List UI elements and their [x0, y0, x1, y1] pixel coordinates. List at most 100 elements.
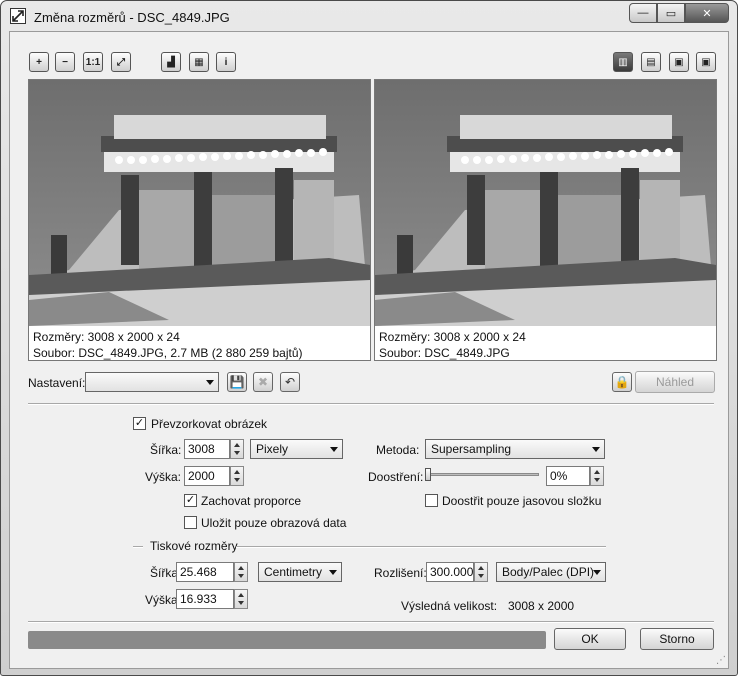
- chevron-down-icon: [329, 570, 337, 575]
- actual-size-icon: 1:1: [85, 56, 101, 68]
- minimize-button[interactable]: —: [629, 3, 657, 23]
- resample-label: Převzorkovat obrázek: [151, 417, 268, 431]
- reset-preset-button[interactable]: ↶: [280, 372, 300, 392]
- zoom-out-button[interactable]: −: [55, 52, 75, 72]
- fit-icon: ⤢: [117, 56, 125, 68]
- dialog-client-area: + − 1:1 ⤢ ▟ ▦ i ▥ ▤ ▣ ▣ Rozměry: 3008 x …: [9, 31, 729, 669]
- print-height-input[interactable]: 16.933: [176, 589, 234, 609]
- histogram-button[interactable]: ▟: [161, 52, 181, 72]
- preview-lock-button[interactable]: 🔒: [612, 372, 632, 392]
- chevron-down-icon: [593, 570, 601, 575]
- luma-only-checkbox[interactable]: [425, 494, 438, 507]
- actual-size-button[interactable]: 1:1: [83, 52, 103, 72]
- sharpen-label: Doostření:: [368, 470, 424, 484]
- original-preview: Rozměry: 3008 x 2000 x 24 Soubor: DSC_48…: [28, 79, 371, 361]
- sharpen-slider-track[interactable]: [427, 473, 539, 476]
- result-dimensions: Rozměry: 3008 x 2000 x 24: [379, 330, 526, 344]
- resolution-unit-select[interactable]: Body/Palec (DPI): [496, 562, 606, 582]
- width-px-input[interactable]: 3008: [184, 439, 230, 459]
- progress-fill: [29, 632, 545, 648]
- resize-app-icon: [10, 8, 26, 24]
- zoom-in-icon: +: [36, 56, 42, 68]
- height-px-spinner[interactable]: [230, 466, 244, 486]
- print-height-spinner[interactable]: [234, 589, 248, 609]
- result-image[interactable]: [375, 80, 716, 326]
- print-unit-value: Centimetry: [264, 565, 323, 579]
- ok-button[interactable]: OK: [554, 628, 626, 650]
- zoom-in-button[interactable]: +: [29, 52, 49, 72]
- lock-icon: 🔒: [614, 375, 630, 389]
- chevron-down-icon: [592, 447, 600, 452]
- width-px-spinner[interactable]: [230, 439, 244, 459]
- settings-preset-select[interactable]: [85, 372, 219, 392]
- side-by-side-icon: ▥: [618, 56, 628, 68]
- compare-icon: ▦: [194, 56, 204, 68]
- sharpen-slider-thumb[interactable]: [425, 468, 431, 481]
- fit-to-window-button[interactable]: ⤢: [111, 52, 131, 72]
- divider: [28, 403, 714, 405]
- reset-icon: ↶: [284, 375, 296, 389]
- maximize-button[interactable]: ▭: [657, 3, 685, 23]
- result-preview: Rozměry: 3008 x 2000 x 24 Soubor: DSC_48…: [374, 79, 717, 361]
- keep-ratio-checkbox[interactable]: ✓: [184, 494, 197, 507]
- resample-checkbox[interactable]: ✓: [133, 417, 146, 430]
- bottom-divider: [28, 621, 714, 623]
- original-dimensions: Rozměry: 3008 x 2000 x 24: [33, 330, 180, 344]
- luma-only-label: Doostřit pouze jasovou složku: [442, 494, 602, 508]
- resolution-spinner[interactable]: [474, 562, 488, 582]
- compare-button[interactable]: ▦: [189, 52, 209, 72]
- width-px-label: Šířka:: [150, 443, 182, 457]
- resize-dialog: Změna rozměrů - DSC_4849.JPG — ▭ ✕ + − 1…: [0, 0, 738, 676]
- settings-label: Nastavení:: [28, 376, 86, 390]
- save-preset-button[interactable]: 💾: [227, 372, 247, 392]
- height-px-input[interactable]: 2000: [184, 466, 230, 486]
- preview-button[interactable]: Náhled: [635, 371, 715, 393]
- print-width-input[interactable]: 25.468: [176, 562, 234, 582]
- sharpen-input[interactable]: 0%: [546, 466, 590, 486]
- result-size-label: Výsledná velikost:: [401, 599, 498, 613]
- progress-bar: [28, 631, 546, 649]
- window-title: Změna rozměrů - DSC_4849.JPG: [34, 10, 230, 25]
- zoom-out-icon: −: [62, 56, 68, 68]
- resize-grip-icon[interactable]: ⋰: [716, 656, 726, 666]
- layout-single-right-button[interactable]: ▣: [696, 52, 716, 72]
- delete-preset-button[interactable]: ✖: [253, 372, 273, 392]
- chevron-down-icon: [206, 380, 214, 385]
- pixel-unit-value: Pixely: [256, 442, 289, 456]
- info-icon: i: [224, 56, 228, 68]
- height-px-label: Výška:: [145, 470, 182, 484]
- title-bar[interactable]: Změna rozměrů - DSC_4849.JPG — ▭ ✕: [1, 1, 737, 31]
- resolution-unit-value: Body/Palec (DPI): [502, 565, 595, 579]
- close-button[interactable]: ✕: [685, 3, 729, 23]
- data-only-label: Uložit pouze obrazová data: [201, 516, 347, 530]
- print-divider-left: [133, 546, 143, 548]
- layout-single-left-button[interactable]: ▣: [669, 52, 689, 72]
- cancel-button[interactable]: Storno: [640, 628, 714, 650]
- save-icon: 💾: [229, 375, 245, 389]
- resolution-input[interactable]: 300.000: [426, 562, 474, 582]
- sharpen-spinner[interactable]: [590, 466, 604, 486]
- layout-top-bottom-button[interactable]: ▤: [641, 52, 661, 72]
- original-image[interactable]: [29, 80, 370, 326]
- delete-icon: ✖: [257, 375, 269, 389]
- result-size-value: 3008 x 2000: [508, 599, 575, 613]
- single-view-icon: ▣: [674, 56, 684, 68]
- print-width-spinner[interactable]: [234, 562, 248, 582]
- resolution-label: Rozlišení:: [374, 566, 427, 580]
- info-button[interactable]: i: [216, 52, 236, 72]
- original-file-info: Soubor: DSC_4849.JPG, 2.7 MB (2 880 259 …: [33, 346, 303, 360]
- chevron-down-icon: [330, 447, 338, 452]
- keep-ratio-label: Zachovat proporce: [201, 494, 302, 508]
- pixel-unit-select[interactable]: Pixely: [250, 439, 343, 459]
- layout-side-by-side-button[interactable]: ▥: [613, 52, 633, 72]
- palace-photo-original: [29, 80, 370, 326]
- histogram-icon: ▟: [167, 56, 175, 68]
- single-view-alt-icon: ▣: [701, 56, 711, 68]
- print-section-label: Tiskové rozměry: [150, 539, 238, 553]
- palace-photo-result: [375, 80, 716, 326]
- method-value: Supersampling: [431, 442, 512, 456]
- print-divider-right: [236, 546, 606, 548]
- print-unit-select[interactable]: Centimetry: [258, 562, 342, 582]
- method-select[interactable]: Supersampling: [425, 439, 605, 459]
- data-only-checkbox[interactable]: [184, 516, 197, 529]
